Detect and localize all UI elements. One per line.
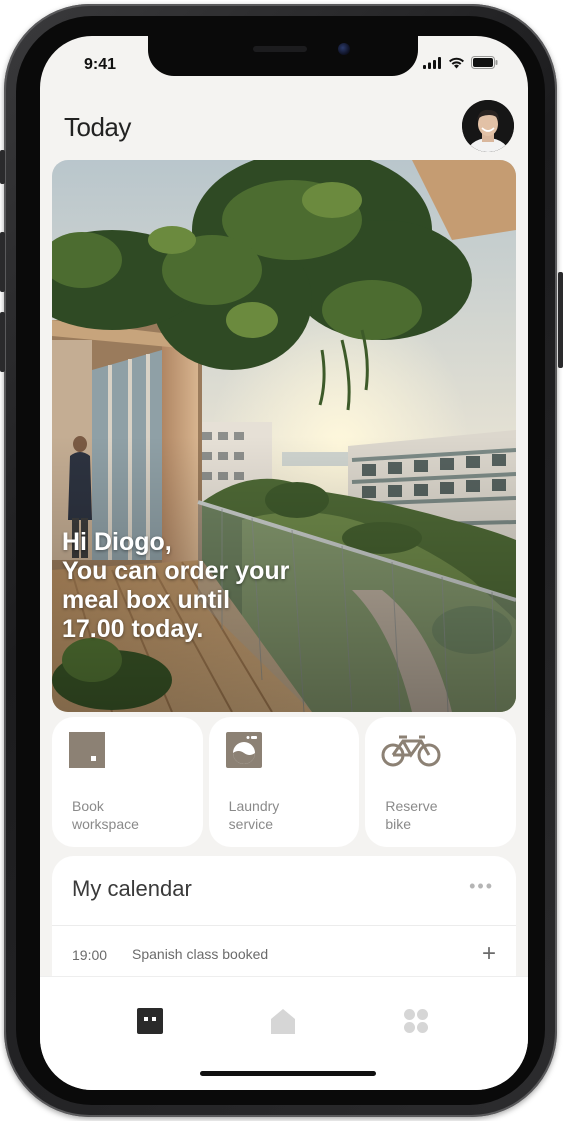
status-time: 9:41 bbox=[84, 56, 117, 73]
event-time: 19:00 bbox=[72, 947, 108, 963]
mute-switch bbox=[0, 150, 5, 184]
book-workspace-button[interactable]: Book workspace bbox=[52, 717, 203, 847]
earpiece-speaker bbox=[253, 46, 307, 52]
calendar-event-row[interactable]: 19:00 Spanish class booked + bbox=[72, 940, 496, 968]
battery-icon bbox=[471, 56, 498, 69]
quick-action-label: Laundry service bbox=[228, 798, 280, 832]
hero-message-line: meal box until bbox=[62, 586, 231, 614]
signal-icon bbox=[423, 56, 441, 69]
volume-up-button bbox=[0, 232, 5, 292]
avatar[interactable] bbox=[462, 100, 514, 152]
status-icons bbox=[423, 56, 498, 69]
page-title: Today bbox=[64, 112, 131, 142]
reserve-bike-button[interactable]: Reserve bike bbox=[365, 717, 517, 847]
workspace-icon bbox=[69, 732, 105, 768]
hero-message: Hi Diogo, You can order your meal box un… bbox=[62, 528, 362, 644]
wifi-icon bbox=[449, 57, 464, 68]
more-options-icon[interactable]: ••• bbox=[469, 876, 494, 897]
washing-machine-icon bbox=[225, 732, 262, 768]
laundry-service-button[interactable]: Laundry service bbox=[208, 717, 360, 847]
event-title: Spanish class booked bbox=[132, 946, 269, 962]
front-camera bbox=[338, 43, 350, 55]
divider bbox=[52, 925, 516, 926]
power-button bbox=[558, 272, 563, 368]
hero-card[interactable]: Hi Diogo, You can order your meal box un… bbox=[52, 160, 516, 712]
hero-message-line: Hi Diogo, bbox=[62, 528, 172, 556]
home-icon[interactable] bbox=[269, 1007, 297, 1035]
quick-actions: Book workspace Laundry service Reserve b… bbox=[52, 717, 517, 847]
calendar-title: My calendar bbox=[72, 876, 192, 901]
screen: 9:41 Today Hi Diogo, You can order your … bbox=[40, 36, 528, 1090]
bicycle-icon bbox=[381, 735, 441, 767]
volume-down-button bbox=[0, 312, 5, 372]
add-event-button[interactable]: + bbox=[482, 940, 496, 968]
today-icon[interactable] bbox=[136, 1007, 164, 1035]
hero-message-line: 17.00 today. bbox=[62, 615, 204, 643]
quick-action-label: Reserve bike bbox=[385, 798, 438, 832]
user-photo-icon bbox=[462, 100, 514, 152]
home-indicator bbox=[200, 1071, 376, 1076]
apps-grid-icon[interactable] bbox=[402, 1007, 430, 1035]
notch bbox=[148, 36, 418, 76]
hero-message-line: You can order your bbox=[62, 557, 290, 585]
quick-action-label: Book workspace bbox=[72, 798, 139, 832]
